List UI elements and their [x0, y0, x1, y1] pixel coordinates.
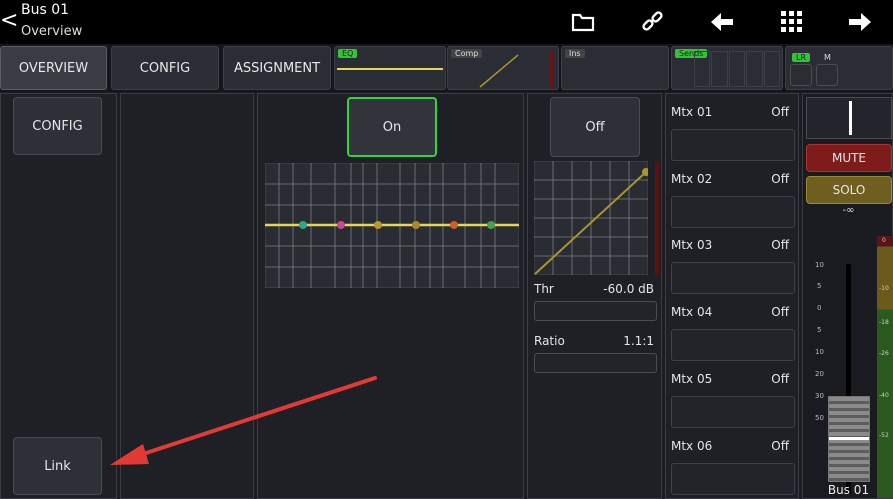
- fader-tick: 10: [815, 348, 824, 356]
- channel-strip: MUTE SOLO -∞ 10 5 0 5 10 20 30 50 Bus 01…: [802, 93, 893, 499]
- mtx-state: Off: [771, 305, 789, 319]
- fader-tick: 5: [817, 326, 822, 334]
- level-meter: [877, 236, 893, 498]
- meter-tick: -52: [879, 432, 889, 439]
- chevron-left-icon[interactable]: <: [0, 6, 18, 36]
- meter-tick: 0: [882, 237, 886, 244]
- mute-button[interactable]: MUTE: [806, 144, 892, 172]
- tab-main-preview[interactable]: LR M: [785, 46, 893, 90]
- dynamics-panel: Off Thr -60.0 dB Ratio 1.1:1: [527, 93, 662, 499]
- ratio-slider[interactable]: [534, 353, 657, 373]
- lr-box: [790, 64, 812, 86]
- comp-graph[interactable]: [534, 161, 648, 275]
- comp-off-button[interactable]: Off: [550, 97, 640, 157]
- insert-panel: [120, 93, 254, 499]
- fader-tick: 30: [815, 392, 824, 400]
- folder-icon[interactable]: [569, 8, 597, 36]
- lr-label: LR: [792, 53, 811, 62]
- comp-gr-meter: [549, 51, 554, 87]
- eq-graph[interactable]: [265, 163, 519, 288]
- eq-preview-line: [337, 68, 443, 70]
- mtx-state: Off: [771, 238, 789, 252]
- eq-on-button[interactable]: On: [347, 97, 437, 157]
- pan-knob[interactable]: [806, 97, 892, 139]
- tab-assignment[interactable]: ASSIGNMENT: [223, 46, 331, 90]
- thr-label: Thr: [534, 282, 554, 296]
- mtx-send-slot[interactable]: [671, 463, 795, 495]
- mtx-name: Mtx 04: [671, 305, 713, 319]
- link-button[interactable]: Link: [13, 437, 102, 495]
- fader-tick: 20: [815, 370, 824, 378]
- solo-button[interactable]: SOLO: [806, 176, 892, 204]
- eq-panel: On: [257, 93, 524, 499]
- fader-tick: 10: [815, 261, 824, 269]
- fader-tick: 5: [817, 282, 822, 290]
- thr-slider[interactable]: [534, 301, 657, 321]
- comp-gr-meter: [655, 161, 659, 275]
- config-button[interactable]: CONFIG: [13, 97, 102, 155]
- sends-mini-faders: [694, 51, 781, 87]
- meter-tick: -26: [879, 350, 889, 357]
- mtx-state: Off: [771, 105, 789, 119]
- mtx-send-slot[interactable]: [671, 396, 795, 428]
- ratio-label: Ratio: [534, 334, 565, 348]
- mtx-name: Mtx 02: [671, 172, 713, 186]
- page-subtitle: Overview: [21, 24, 83, 39]
- arrow-left-icon[interactable]: [708, 8, 736, 36]
- top-bar: < Bus 01 Overview: [0, 0, 893, 44]
- comp-preview-graph: [479, 54, 519, 88]
- tab-eq-preview[interactable]: EQ: [334, 46, 446, 90]
- mtx-send-slot[interactable]: [671, 196, 795, 228]
- tab-config[interactable]: CONFIG: [111, 46, 219, 90]
- grid-icon[interactable]: [778, 8, 806, 36]
- matrix-panel: Mtx 01 Off Mtx 02 Off Mtx 03 Off Mtx 04 …: [665, 93, 799, 499]
- left-panel: CONFIG Link: [0, 93, 117, 499]
- meter-tick: -10: [879, 285, 889, 292]
- mtx-state: Off: [771, 372, 789, 386]
- mtx-send-slot[interactable]: [671, 129, 795, 161]
- tab-ins-preview[interactable]: Ins: [561, 46, 669, 90]
- mtx-send-slot[interactable]: [671, 262, 795, 294]
- fader-cap[interactable]: [828, 396, 870, 482]
- mtx-name: Mtx 05: [671, 372, 713, 386]
- arrow-right-icon[interactable]: [846, 8, 874, 36]
- ins-label: Ins: [565, 49, 585, 58]
- page-title: Bus 01: [21, 2, 70, 18]
- mtx-state: Off: [771, 172, 789, 186]
- link-icon[interactable]: [639, 8, 667, 36]
- mtx-send-slot[interactable]: [671, 329, 795, 361]
- meter-tick: -18: [879, 319, 889, 326]
- m-box: [816, 64, 838, 86]
- meter-tick: -40: [879, 392, 889, 399]
- fader-tick: 50: [815, 414, 824, 422]
- eq-label: EQ: [338, 49, 358, 58]
- mtx-name: Mtx 03: [671, 238, 713, 252]
- mtx-name: Mtx 06: [671, 439, 713, 453]
- ratio-value: 1.1:1: [623, 334, 654, 348]
- tab-comp-preview[interactable]: Comp: [447, 46, 559, 90]
- level-readout: -∞: [842, 205, 855, 216]
- tab-overview[interactable]: OVERVIEW: [0, 46, 107, 90]
- tab-bar: OVERVIEW CONFIG ASSIGNMENT EQ Comp Ins S…: [0, 44, 893, 92]
- tab-sends-preview[interactable]: Sends: [671, 46, 783, 90]
- fader-tick: 0: [817, 304, 822, 312]
- mtx-name: Mtx 01: [671, 105, 713, 119]
- m-label: M: [824, 53, 831, 62]
- thr-value: -60.0 dB: [603, 282, 654, 296]
- mtx-state: Off: [771, 439, 789, 453]
